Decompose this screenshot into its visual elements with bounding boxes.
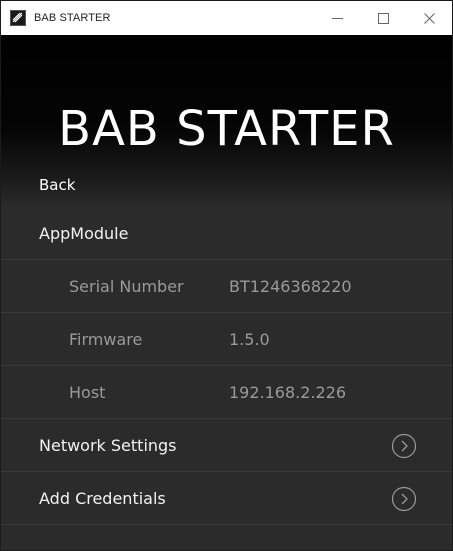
settings-list: AppModule Serial Number BT1246368220 Fir…: [1, 207, 452, 525]
app-window: BAB STARTER BAB STARTER Back AppModule S…: [0, 0, 453, 551]
nav-item-label: Add Credentials: [39, 488, 166, 508]
detail-label: Serial Number: [69, 276, 184, 296]
detail-row-firmware: Firmware 1.5.0: [1, 313, 452, 366]
nav-item-label: Network Settings: [39, 435, 177, 455]
detail-label: Firmware: [69, 329, 143, 349]
detail-row-host: Host 192.168.2.226: [1, 366, 452, 419]
minimize-icon: [331, 9, 343, 28]
section-appmodule: AppModule: [1, 207, 452, 260]
detail-value: 192.168.2.226: [229, 382, 347, 402]
window-controls: [314, 1, 452, 35]
app-logo-icon: [10, 10, 26, 26]
title-bar[interactable]: BAB STARTER: [1, 1, 452, 35]
header: BAB STARTER Back: [1, 35, 452, 207]
window-title: BAB STARTER: [34, 12, 111, 24]
close-button[interactable]: [406, 1, 452, 35]
chevron-right-circle-icon: [391, 433, 417, 459]
close-icon: [423, 9, 435, 28]
minimize-button[interactable]: [314, 1, 360, 35]
maximize-button[interactable]: [360, 1, 406, 35]
detail-value: 1.5.0: [229, 329, 270, 349]
nav-item-network-settings[interactable]: Network Settings: [1, 419, 452, 472]
detail-value: BT1246368220: [229, 276, 352, 296]
detail-label: Host: [69, 382, 106, 402]
maximize-icon: [377, 9, 389, 28]
back-link[interactable]: Back: [39, 176, 75, 194]
nav-item-add-credentials[interactable]: Add Credentials: [1, 472, 452, 525]
chevron-right-circle-icon: [391, 486, 417, 512]
section-title: AppModule: [39, 223, 129, 243]
detail-row-serial-number: Serial Number BT1246368220: [1, 260, 452, 313]
brand-title: BAB STARTER: [58, 101, 395, 157]
